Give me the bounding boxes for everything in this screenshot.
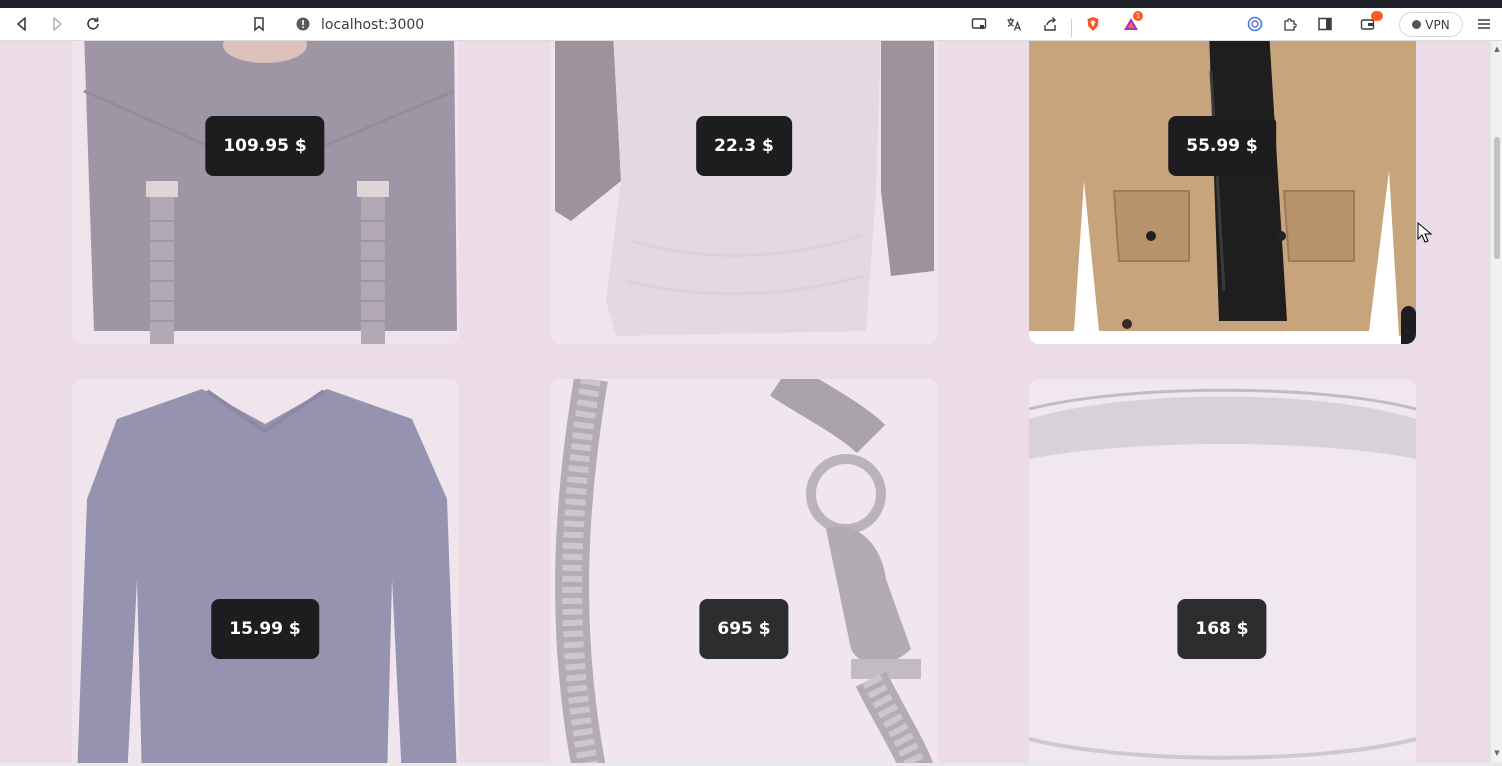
extensions-icon[interactable] xyxy=(1278,12,1302,36)
leo-icon[interactable] xyxy=(1243,12,1267,36)
wallet-badge xyxy=(1371,11,1383,21)
scroll-down-icon[interactable]: ▼ xyxy=(1493,749,1501,757)
mouse-cursor-icon xyxy=(1417,222,1433,243)
bookmark-icon[interactable] xyxy=(247,12,271,36)
dragon-bracelet-image xyxy=(551,379,938,763)
share-icon[interactable] xyxy=(1038,12,1062,36)
product-card-raglan-tshirt[interactable]: 22.3 $ xyxy=(551,41,938,344)
silver-ring-image xyxy=(1029,379,1416,763)
product-card-backpack[interactable]: 109.95 $ xyxy=(72,41,459,344)
price-tag: 109.95 $ xyxy=(205,116,325,176)
sidebar-icon[interactable] xyxy=(1313,12,1337,36)
forward-icon[interactable] xyxy=(45,12,69,36)
scroll-up-icon[interactable]: ▲ xyxy=(1493,45,1501,53)
khaki-jacket-image xyxy=(1029,41,1416,344)
window-top-strip xyxy=(0,0,1502,8)
translate-icon[interactable] xyxy=(1002,12,1026,36)
brave-shield-icon[interactable] xyxy=(1081,12,1105,36)
price-tag: 22.3 $ xyxy=(696,116,792,176)
page-content: 109.95 $ 22.3 $ 55.99 $ 15.99 $ 695 $ 16… xyxy=(0,41,1490,763)
reload-icon[interactable] xyxy=(81,12,105,36)
raglan-tshirt-image xyxy=(551,41,938,344)
vpn-button[interactable]: VPN xyxy=(1399,12,1463,37)
price-tag: 55.99 $ xyxy=(1168,116,1276,176)
rewards-badge: 1 xyxy=(1133,11,1143,21)
product-card-silver-ring[interactable]: 168 $ xyxy=(1029,379,1416,763)
price-tag: 15.99 $ xyxy=(211,599,319,659)
product-card-dragon-bracelet[interactable]: 695 $ xyxy=(551,379,938,763)
site-info-icon[interactable] xyxy=(291,12,315,36)
vpn-label: VPN xyxy=(1425,17,1450,32)
toolbar-separator xyxy=(1071,19,1072,37)
product-card-longsleeve-tee[interactable]: 15.99 $ xyxy=(72,379,459,763)
menu-icon[interactable] xyxy=(1472,12,1496,36)
price-tag: 695 $ xyxy=(699,599,789,659)
back-icon[interactable] xyxy=(10,12,34,36)
product-card-khaki-jacket[interactable]: 55.99 $ xyxy=(1029,41,1416,344)
vertical-scrollbar[interactable]: ▲ ▼ xyxy=(1490,41,1502,763)
address-bar-url[interactable]: localhost:3000 xyxy=(321,17,424,33)
browser-toolbar: localhost:3000 1 VPN xyxy=(0,8,1502,41)
price-tag: 168 $ xyxy=(1177,599,1267,659)
cast-icon[interactable] xyxy=(967,12,991,36)
backpack-image xyxy=(72,41,459,344)
scrollbar-thumb[interactable] xyxy=(1494,137,1500,259)
vpn-icon xyxy=(1412,20,1422,29)
longsleeve-tee-image xyxy=(72,379,459,763)
